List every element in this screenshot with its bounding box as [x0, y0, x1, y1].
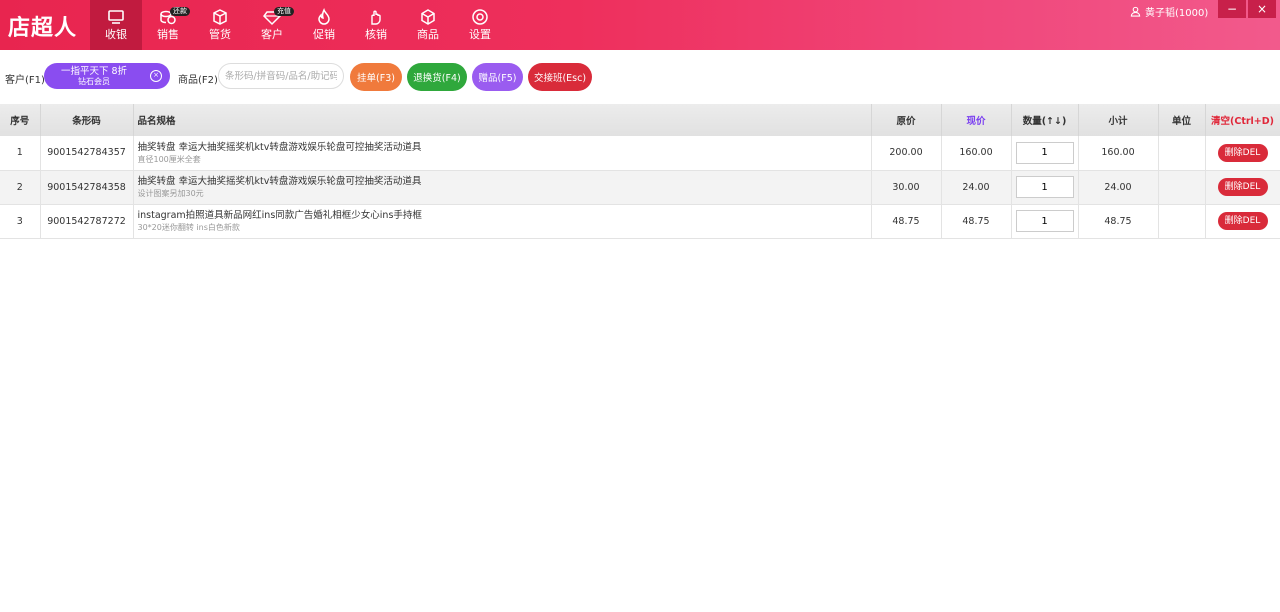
- current-user[interactable]: 黄子韬(1000): [1130, 4, 1209, 19]
- user-name: 黄子韬(1000): [1145, 7, 1209, 19]
- nav-label: 设置: [469, 28, 491, 41]
- main-nav: 收银 还款 销售 管货 充值 客户 促销 核销 商品 设置: [90, 0, 506, 50]
- nav-label: 客户: [261, 28, 283, 41]
- nav-label: 商品: [417, 28, 439, 41]
- product-spec: 设计图案另加30元: [137, 189, 204, 198]
- delete-button[interactable]: 删除DEL: [1217, 178, 1268, 196]
- qty-input[interactable]: [1015, 141, 1074, 164]
- handover-button[interactable]: 交接班(Esc): [528, 63, 592, 91]
- hand-icon: [371, 10, 381, 25]
- delete-button[interactable]: 删除DEL: [1217, 143, 1268, 162]
- hold-order-button[interactable]: 挂单(F3): [350, 63, 402, 91]
- product-name: instagram拍照道具新品网红ins同款广告婚礼相框少女心ins手持框: [137, 210, 422, 221]
- clear-customer-icon[interactable]: ×: [150, 70, 162, 82]
- row-action-cell: 删除DEL: [1205, 204, 1280, 239]
- flame-icon: [318, 8, 330, 25]
- nav-item-cashier[interactable]: 收银: [90, 0, 142, 50]
- monitor-icon: [108, 10, 124, 24]
- col-orig-price: 原价: [871, 104, 942, 136]
- cube-icon: [421, 9, 435, 25]
- product-spec: 30*20迷你翻转 ins白色新款: [137, 223, 240, 232]
- product-label: 商品(F2): [178, 75, 218, 86]
- delete-button[interactable]: 删除DEL: [1217, 212, 1268, 230]
- nav-label: 核销: [365, 28, 387, 41]
- nav-label: 收银: [105, 28, 127, 41]
- top-bar: 店超人 收银 还款 销售 管货 充值 客户 促销 核销 商品 设置 黄子韬(10…: [0, 0, 1280, 50]
- row-name: 抽奖转盘 幸运大抽奖摇奖机ktv转盘游戏娱乐轮盘可控抽奖活动道具 直径100厘米…: [133, 136, 872, 171]
- row-index: 2: [0, 170, 41, 205]
- row-subtotal: 48.75: [1078, 204, 1159, 239]
- row-subtotal: 24.00: [1078, 170, 1159, 205]
- row-action-cell: 删除DEL: [1205, 170, 1280, 205]
- customer-name: 一指平天下 8折: [60, 66, 128, 77]
- repay-badge: 还款: [170, 7, 190, 16]
- row-action-cell: 删除DEL: [1205, 136, 1280, 171]
- qty-input[interactable]: [1015, 210, 1074, 232]
- row-barcode: 9001542784358: [40, 170, 134, 205]
- row-orig-price: 30.00: [871, 170, 942, 205]
- nav-item-customers[interactable]: 充值 客户: [246, 0, 298, 50]
- row-subtotal: 160.00: [1078, 136, 1159, 171]
- minimize-button[interactable]: −: [1218, 0, 1246, 18]
- product-search-input[interactable]: [218, 63, 344, 89]
- product-name: 抽奖转盘 幸运大抽奖摇奖机ktv转盘游戏娱乐轮盘可控抽奖活动道具: [137, 176, 422, 187]
- row-name: 抽奖转盘 幸运大抽奖摇奖机ktv转盘游戏娱乐轮盘可控抽奖活动道具 设计图案另加3…: [133, 170, 872, 205]
- nav-item-settings[interactable]: 设置: [454, 0, 506, 50]
- nav-label: 销售: [157, 28, 179, 41]
- row-name: instagram拍照道具新品网红ins同款广告婚礼相框少女心ins手持框 30…: [133, 204, 872, 239]
- row-cur-price[interactable]: 160.00: [941, 136, 1012, 171]
- row-index: 1: [0, 136, 41, 171]
- col-cur-price[interactable]: 现价: [941, 104, 1012, 136]
- table-header-row: 序号 条形码 品名规格 原价 现价 数量(↑↓) 小计 单位 清空(Ctrl+D…: [0, 104, 1280, 136]
- nav-item-sales[interactable]: 还款 销售: [142, 0, 194, 50]
- col-index: 序号: [0, 104, 41, 136]
- row-index: 3: [0, 204, 41, 239]
- app-logo: 店超人: [8, 15, 78, 41]
- customer-label: 客户(F1): [5, 75, 45, 86]
- row-orig-price: 48.75: [871, 204, 942, 239]
- row-qty-cell: [1011, 170, 1079, 205]
- product-name: 抽奖转盘 幸运大抽奖摇奖机ktv转盘游戏娱乐轮盘可控抽奖活动道具: [137, 141, 422, 153]
- col-unit: 单位: [1158, 104, 1206, 136]
- row-cur-price[interactable]: 24.00: [941, 170, 1012, 205]
- row-barcode: 9001542784357: [40, 136, 134, 171]
- table-row[interactable]: 1 9001542784357 抽奖转盘 幸运大抽奖摇奖机ktv转盘游戏娱乐轮盘…: [0, 136, 1280, 171]
- customer-selector[interactable]: 一指平天下 8折 钻石会员 ×: [44, 63, 170, 89]
- settings-icon: [472, 9, 488, 25]
- box-icon: [213, 9, 227, 25]
- product-spec: 直径100厘米全套: [137, 154, 201, 164]
- row-orig-price: 200.00: [871, 136, 942, 171]
- nav-label: 管货: [209, 28, 231, 41]
- toolbar: 客户(F1) 一指平天下 8折 钻石会员 × 商品(F2) 挂单(F3) 退换货…: [0, 60, 1280, 94]
- nav-item-goods[interactable]: 管货: [194, 0, 246, 50]
- row-unit: [1158, 170, 1206, 205]
- row-unit: [1158, 136, 1206, 171]
- row-qty-cell: [1011, 204, 1079, 239]
- row-qty-cell: [1011, 136, 1079, 171]
- qty-input[interactable]: [1015, 176, 1074, 198]
- nav-item-products[interactable]: 商品: [402, 0, 454, 50]
- clear-cart-button[interactable]: 清空(Ctrl+D): [1205, 104, 1280, 136]
- gift-button[interactable]: 赠品(F5): [472, 63, 523, 91]
- return-exchange-button[interactable]: 退换货(F4): [407, 63, 467, 91]
- col-subtotal: 小计: [1078, 104, 1159, 136]
- customer-level: 钻石会员: [78, 77, 110, 86]
- cart-table: 序号 条形码 品名规格 原价 现价 数量(↑↓) 小计 单位 清空(Ctrl+D…: [0, 104, 1280, 239]
- col-barcode: 条形码: [40, 104, 134, 136]
- close-button[interactable]: ×: [1248, 0, 1276, 18]
- nav-item-promotion[interactable]: 促销: [298, 0, 350, 50]
- col-qty: 数量(↑↓): [1011, 104, 1079, 136]
- table-row[interactable]: 2 9001542784358 抽奖转盘 幸运大抽奖摇奖机ktv转盘游戏娱乐轮盘…: [0, 170, 1280, 205]
- nav-item-writeoff[interactable]: 核销: [350, 0, 402, 50]
- recharge-badge: 充值: [274, 7, 294, 16]
- col-name: 品名规格: [133, 104, 872, 136]
- row-cur-price[interactable]: 48.75: [941, 204, 1012, 239]
- nav-label: 促销: [313, 28, 335, 41]
- table-row[interactable]: 3 9001542787272 instagram拍照道具新品网红ins同款广告…: [0, 204, 1280, 239]
- row-barcode: 9001542787272: [40, 204, 134, 239]
- row-unit: [1158, 204, 1206, 239]
- user-icon: [1130, 6, 1141, 17]
